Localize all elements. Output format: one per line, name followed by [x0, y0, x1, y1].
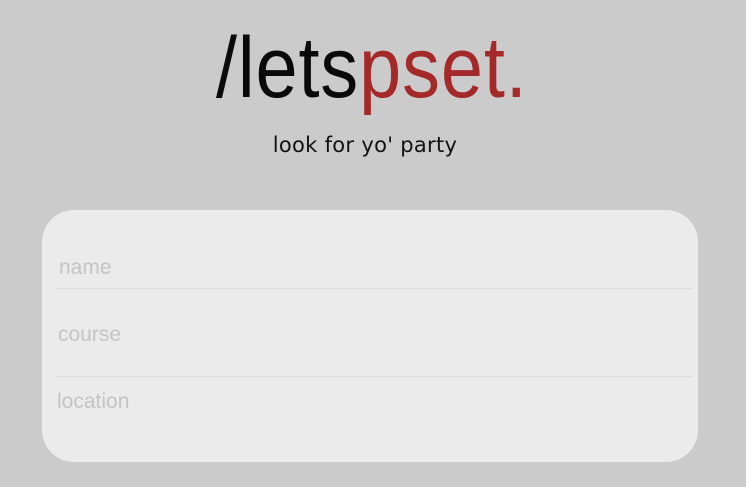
app-logo: /letspset. [44, 18, 700, 118]
logo-prefix: /lets [215, 20, 360, 116]
location-input[interactable] [53, 382, 691, 422]
divider [54, 288, 692, 289]
name-input[interactable] [55, 248, 693, 288]
search-form-card [42, 210, 698, 462]
course-input[interactable] [54, 315, 692, 355]
tagline: look for yo' party [272, 133, 458, 157]
divider [54, 376, 692, 377]
logo-suffix: pset. [359, 20, 528, 116]
